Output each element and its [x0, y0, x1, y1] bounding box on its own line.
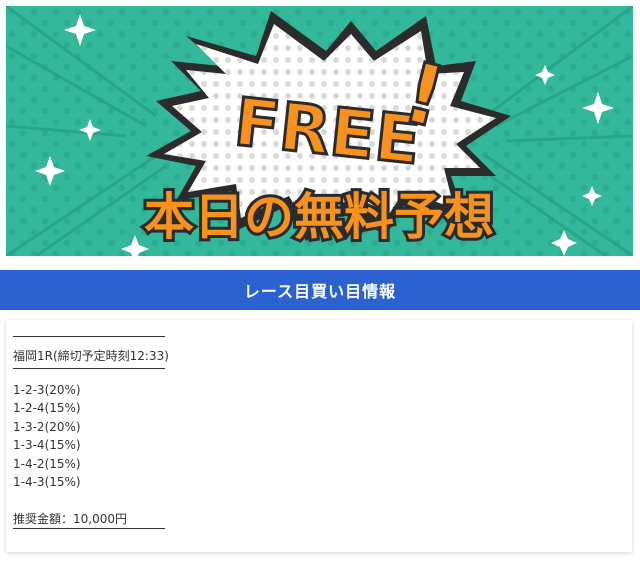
section-title: レース目買い目情報 [243, 282, 397, 301]
prediction-card: 福岡1R(締切予定時刻12:33) 1-2-3(20%) 1-2-4(15%) … [6, 320, 632, 552]
pick-item: 1-4-2(15%) [13, 456, 81, 471]
pick-item: 1-3-4(15%) [13, 438, 81, 452]
recommended-amount: 推奨金額：10,000円 [13, 511, 127, 526]
pick-item: 1-4-3(15%) [13, 475, 81, 489]
divider-middle [13, 367, 165, 369]
race-header: 福岡1R(締切予定時刻12:33) [13, 349, 169, 363]
pick-item: 1-2-4(15%) [13, 401, 81, 415]
pick-item: 1-3-2(20%) [13, 419, 81, 434]
free-prediction-banner: FREE ! 本日の無料予想 [6, 6, 633, 256]
divider-bottom [13, 528, 165, 529]
pick-item: 1-2-3(20%) [13, 382, 81, 397]
prediction-content: 福岡1R(締切予定時刻12:33) 1-2-3(20%) 1-2-4(15%) … [13, 320, 169, 529]
divider-top [13, 336, 165, 337]
section-header: レース目買い目情報 [0, 270, 640, 310]
banner-title: 本日の無料予想 [144, 188, 494, 246]
banner-artwork: FREE ! 本日の無料予想 [6, 6, 633, 256]
